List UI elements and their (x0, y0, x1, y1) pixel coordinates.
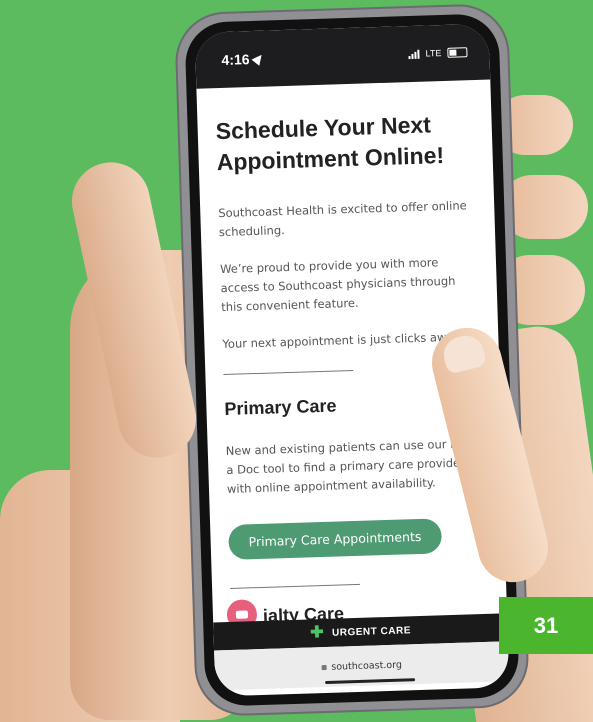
primary-care-appointments-button[interactable]: Primary Care Appointments (228, 518, 442, 560)
location-arrow-icon (251, 51, 266, 66)
status-time: 4:16 (221, 51, 266, 68)
status-bar: 4:16 LTE (194, 23, 491, 89)
section-divider (223, 369, 354, 376)
right-finger-middle (500, 175, 588, 239)
urgent-care-label: URGENT CARE (331, 624, 412, 639)
status-indicators: LTE (408, 47, 468, 59)
page-title: Schedule Your Next Appointment Online! (215, 111, 445, 176)
plus-icon: ✚ (309, 624, 325, 642)
primary-care-text: New and existing patients can use our Fi… (225, 436, 474, 496)
intro-paragraph-2: We’re proud to provide you with more acc… (219, 255, 456, 315)
chat-icon (235, 610, 249, 619)
lock-icon (321, 664, 327, 670)
url-text: southcoast.org (331, 659, 403, 673)
fingernail (440, 332, 488, 375)
carrier-label: LTE (425, 48, 442, 59)
photo-scene: 4:16 LTE Schedule Your Next Appointment … (0, 0, 593, 722)
signal-icon (408, 49, 420, 59)
section-divider-2 (230, 583, 361, 589)
browser-url-bar[interactable]: southcoast.org (214, 641, 510, 691)
page-number-badge: 31 (499, 597, 593, 654)
intro-paragraph-1: Southcoast Health is excited to offer on… (218, 198, 467, 240)
battery-icon (447, 47, 468, 58)
